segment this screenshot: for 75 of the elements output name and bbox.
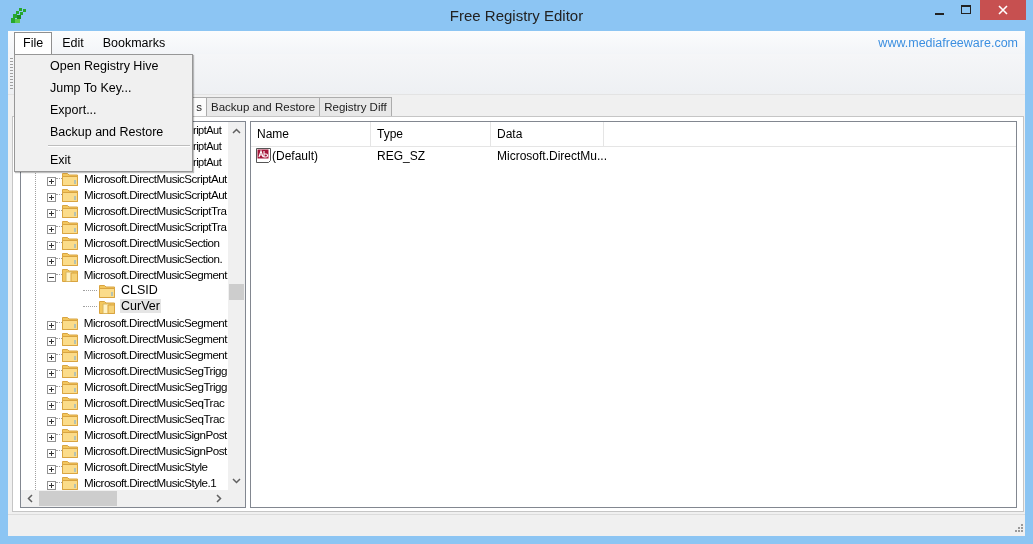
- tree-item[interactable]: Microsoft.DirectMusicScriptAut: [83, 187, 228, 201]
- tree-item[interactable]: Microsoft.DirectMusicSignPost: [83, 443, 228, 457]
- folder-icon: [61, 266, 78, 282]
- folder-icon: [62, 474, 78, 490]
- menu-option[interactable]: Open Registry Hive: [15, 55, 192, 77]
- tree-item[interactable]: Microsoft.DirectMusicStyle: [83, 459, 209, 473]
- menu-option[interactable]: Export...: [15, 99, 192, 121]
- tab[interactable]: Backup and Restore: [206, 97, 321, 116]
- folder-icon: [61, 346, 78, 362]
- horizontal-scrollbar[interactable]: [21, 490, 228, 507]
- menu-item[interactable]: File: [14, 32, 53, 54]
- tree-item[interactable]: Microsoft.DirectMusicSegment: [82, 315, 228, 329]
- tree-item[interactable]: Microsoft.DirectMusicSection: [83, 235, 221, 249]
- value-name[interactable]: (Default): [272, 148, 318, 163]
- folder-icon: [62, 202, 78, 218]
- menu-option[interactable]: Backup and Restore: [15, 121, 192, 143]
- tree-item[interactable]: Microsoft.DirectMusicSegTrigg: [83, 379, 228, 393]
- toolbar-grip[interactable]: [10, 58, 13, 90]
- menu-option[interactable]: Exit: [15, 149, 192, 171]
- column-header[interactable]: Type: [371, 122, 491, 146]
- tree-item[interactable]: Microsoft.DirectMusicScriptTra: [83, 219, 228, 233]
- tree-item[interactable]: riptAut: [192, 124, 223, 136]
- tree-item[interactable]: Microsoft.DirectMusicScriptAut: [83, 171, 228, 185]
- folder-icon: [62, 426, 78, 442]
- tree-item[interactable]: Microsoft.DirectMusicSegment: [82, 347, 228, 361]
- tree-item[interactable]: Microsoft.DirectMusicSignPost: [83, 427, 228, 441]
- scroll-up-icon[interactable]: [232, 128, 241, 134]
- folder-icon: [62, 170, 78, 186]
- tree-item[interactable]: Microsoft.DirectMusicSeqTrac: [83, 395, 226, 409]
- tree-item[interactable]: CurVer: [120, 299, 161, 313]
- app-icon: [10, 7, 26, 24]
- scroll-thumb[interactable]: [229, 284, 244, 300]
- column-header[interactable]: Data: [491, 122, 604, 146]
- column-header[interactable]: Name: [251, 122, 371, 146]
- tree-item[interactable]: riptAut: [192, 156, 223, 168]
- folder-icon: [62, 378, 78, 394]
- close-icon: [998, 5, 1008, 15]
- menu-item[interactable]: Edit: [53, 32, 93, 54]
- folder-icon: [62, 458, 78, 474]
- folder-icon: [62, 234, 78, 250]
- resize-grip-icon[interactable]: [1013, 524, 1023, 534]
- folder-icon: [99, 298, 115, 314]
- folder-icon: [62, 218, 78, 234]
- folder-icon: [99, 282, 115, 298]
- maximize-icon: [960, 5, 972, 15]
- tree-item[interactable]: riptAut: [192, 140, 223, 152]
- folder-icon: [62, 186, 78, 202]
- scroll-thumb[interactable]: [39, 491, 117, 506]
- folder-icon: [62, 410, 78, 426]
- scroll-right-icon[interactable]: [216, 494, 222, 503]
- window-title: Free Registry Editor: [449, 7, 584, 24]
- tree-item[interactable]: Microsoft.DirectMusicSegment: [82, 331, 228, 345]
- tree-item[interactable]: Microsoft.DirectMusicSeqTrac: [83, 411, 226, 425]
- vertical-scrollbar[interactable]: [228, 122, 245, 490]
- string-value-icon: [256, 148, 272, 163]
- menu-option[interactable]: Jump To Key...: [15, 77, 192, 99]
- value-type: REG_SZ: [376, 148, 426, 163]
- tree-item[interactable]: Microsoft.DirectMusicSegment: [82, 267, 228, 281]
- minimize-icon: [934, 13, 944, 15]
- tree-item[interactable]: Microsoft.DirectMusicStyle.1: [83, 475, 218, 489]
- folder-icon: [62, 394, 78, 410]
- tab[interactable]: Registry Diff: [319, 97, 392, 116]
- folder-icon: [62, 250, 78, 266]
- menu-item[interactable]: Bookmarks: [93, 32, 175, 54]
- folder-icon: [61, 330, 78, 346]
- tree-item[interactable]: Microsoft.DirectMusicSegTrigg: [83, 363, 228, 377]
- scroll-down-icon[interactable]: [232, 478, 241, 484]
- folder-icon: [62, 442, 78, 458]
- folder-icon: [61, 314, 78, 330]
- scroll-left-icon[interactable]: [27, 494, 33, 503]
- value-data: Microsoft.DirectMu...: [496, 148, 604, 163]
- tree-item[interactable]: CLSID: [120, 283, 159, 297]
- tree-item[interactable]: Microsoft.DirectMusicSection.: [83, 251, 224, 265]
- tree-item[interactable]: Microsoft.DirectMusicScriptTra: [83, 203, 228, 217]
- folder-icon: [62, 362, 78, 378]
